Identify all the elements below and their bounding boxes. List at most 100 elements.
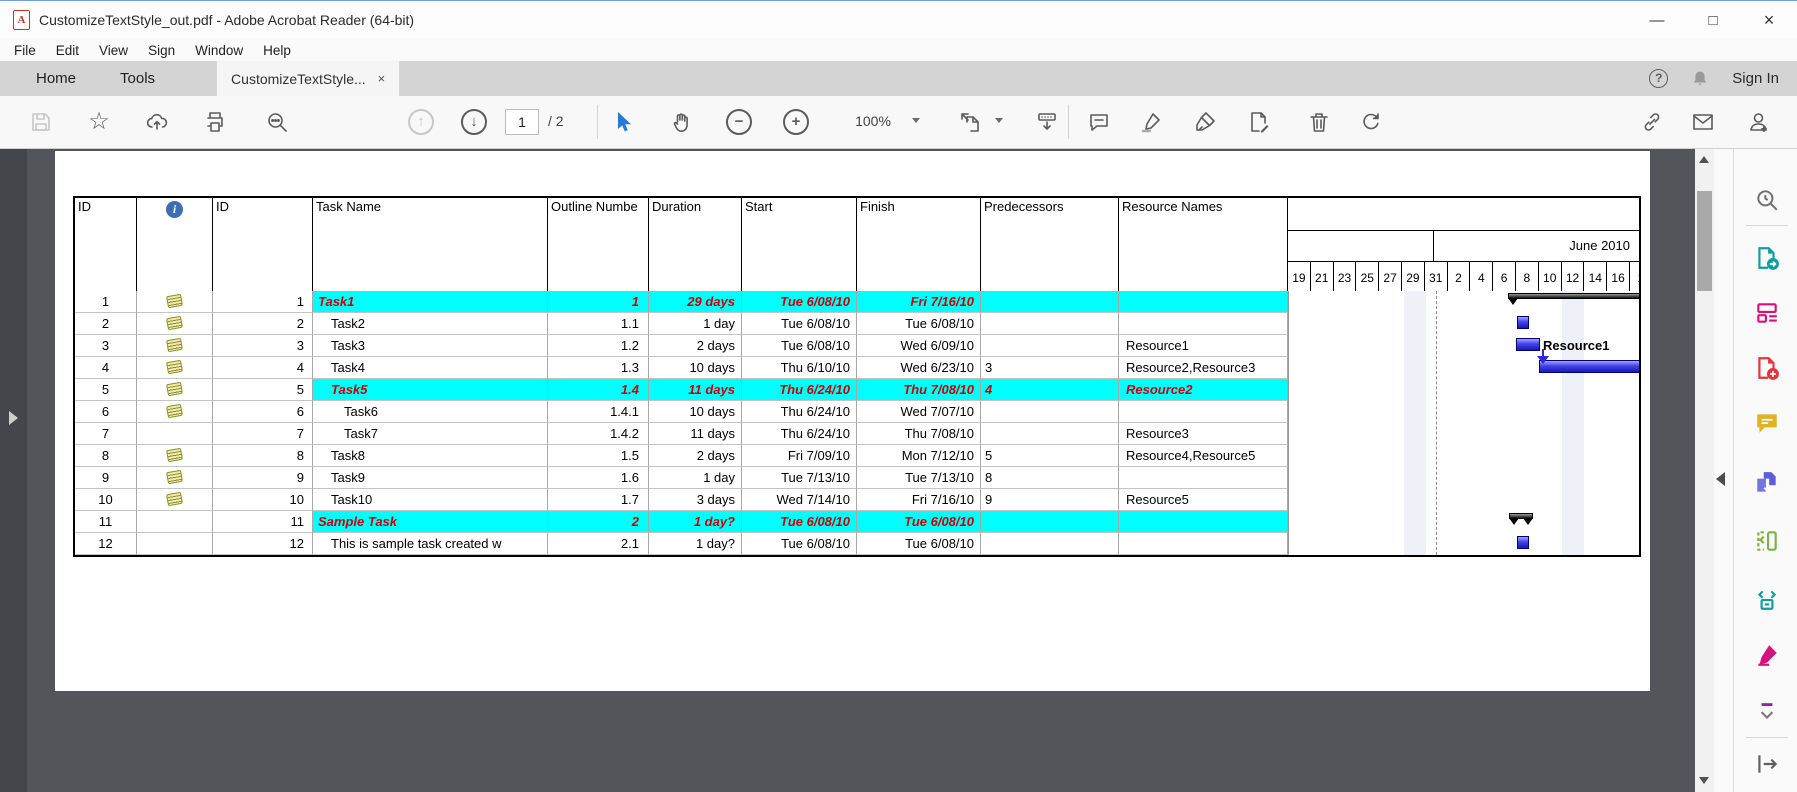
zoom-level-value[interactable]: 100% (845, 113, 901, 129)
fill-sign-tool-icon[interactable] (1752, 640, 1782, 670)
open-tools-pane-icon[interactable] (1752, 749, 1782, 779)
user-account-icon[interactable] (1744, 107, 1774, 137)
help-icon[interactable]: ? (1649, 69, 1668, 88)
cell-resources: Resource5 (1119, 489, 1288, 511)
tab-tools[interactable]: Tools (98, 70, 177, 87)
minimize-button[interactable]: — (1629, 1, 1685, 39)
cell-outline: 1.3 (548, 357, 649, 379)
scrolling-mode-icon[interactable] (1032, 107, 1062, 137)
cell-predecessors (981, 401, 1119, 423)
header-cell-resources: Resource Names (1119, 198, 1288, 291)
edit-pdf-tool-icon[interactable] (1752, 298, 1782, 328)
tab-close-icon[interactable]: × (378, 71, 386, 86)
timescale-day-cell: 27 (1379, 262, 1402, 291)
cell-note (137, 313, 213, 335)
cell-finish: Wed 7/07/10 (857, 401, 981, 423)
note-icon (166, 360, 183, 374)
title-bar: A CustomizeTextStyle_out.pdf - Adobe Acr… (0, 1, 1797, 39)
refresh-icon[interactable] (1356, 107, 1386, 137)
save-icon[interactable] (26, 107, 56, 137)
cloud-upload-icon[interactable] (142, 107, 172, 137)
scrollbar-thumb[interactable] (1697, 191, 1712, 291)
previous-page-icon[interactable]: ↑ (406, 107, 436, 137)
cell-start: Thu 6/24/10 (742, 379, 857, 401)
hand-tool-icon[interactable] (667, 107, 697, 137)
print-icon[interactable] (200, 107, 230, 137)
next-page-icon[interactable]: ↓ (459, 107, 489, 137)
export-pdf-tool-icon[interactable] (1752, 243, 1782, 273)
delete-trash-icon[interactable] (1304, 107, 1334, 137)
cell-resources (1119, 533, 1288, 555)
stamp-edit-icon[interactable] (1244, 107, 1274, 137)
note-icon (166, 448, 183, 462)
scroll-up-icon[interactable] (1699, 156, 1709, 163)
cell-predecessors: 3 (981, 357, 1119, 379)
page-fit-icon[interactable] (955, 107, 985, 137)
note-icon (166, 316, 183, 330)
cell-start: Thu 6/10/10 (742, 357, 857, 379)
pdf-page[interactable]: IDiIDTask NameOutline NumbeDurationStart… (55, 151, 1650, 691)
maximize-button[interactable]: □ (1685, 1, 1741, 39)
cell-note (137, 489, 213, 511)
comment-tool-icon[interactable] (1752, 408, 1782, 438)
organize-pages-tool-icon[interactable] (1752, 526, 1782, 556)
timescale-day-cell: 21 (1311, 262, 1334, 291)
timescale-day-cell: 23 (1334, 262, 1357, 291)
menu-sign[interactable]: Sign (138, 43, 185, 58)
highlighter-icon[interactable] (1136, 107, 1166, 137)
note-icon (166, 492, 183, 506)
select-tool-icon[interactable] (608, 107, 638, 137)
cell-id: 10 (75, 489, 137, 511)
cell-id: 7 (75, 423, 137, 445)
sign-pen-icon[interactable] (1190, 107, 1220, 137)
zoom-out-icon[interactable]: − (724, 107, 754, 137)
cell-duration: 2 days (649, 445, 742, 467)
acrobat-pdf-icon: A (13, 10, 30, 30)
create-pdf-tool-icon[interactable] (1752, 353, 1782, 383)
more-tools-icon[interactable] (1752, 695, 1782, 725)
combine-files-tool-icon[interactable] (1752, 468, 1782, 498)
email-icon[interactable] (1688, 107, 1718, 137)
menu-file[interactable]: File (4, 43, 46, 58)
compress-pdf-tool-icon[interactable] (1752, 584, 1782, 614)
cell-finish: Tue 6/08/10 (857, 511, 981, 533)
cell-predecessors (981, 335, 1119, 357)
menu-help[interactable]: Help (253, 43, 301, 58)
header-cell-predecessors: Predecessors (981, 198, 1119, 291)
sign-in-button[interactable]: Sign In (1732, 70, 1779, 87)
page-number-input[interactable] (505, 109, 539, 135)
zoom-in-icon[interactable]: + (781, 107, 811, 137)
find-tool-icon[interactable] (1752, 185, 1782, 215)
tab-document[interactable]: CustomizeTextStyle... × (217, 61, 399, 96)
search-icon[interactable] (262, 107, 292, 137)
cell-note (137, 445, 213, 467)
notifications-bell-icon[interactable] (1690, 69, 1710, 89)
page-fit-caret[interactable] (995, 118, 1003, 123)
cell-predecessors: 5 (981, 445, 1119, 467)
cell-predecessors: 4 (981, 379, 1119, 401)
menu-window[interactable]: Window (185, 43, 253, 58)
scroll-down-icon[interactable] (1699, 777, 1709, 784)
tab-home[interactable]: Home (14, 70, 98, 87)
cell-task-name: Task8 (313, 445, 548, 467)
star-favorite-icon[interactable]: ☆ (84, 107, 114, 137)
menu-edit[interactable]: Edit (46, 43, 89, 58)
menu-view[interactable]: View (89, 43, 138, 58)
note-icon (166, 404, 183, 418)
cell-note (137, 511, 213, 533)
cell-note (137, 533, 213, 555)
page-count-label: / 2 (548, 113, 564, 129)
summary-bar-cap (1509, 518, 1519, 525)
comment-icon[interactable] (1084, 107, 1114, 137)
expand-left-panel-icon[interactable] (9, 411, 18, 425)
share-link-icon[interactable] (1637, 107, 1667, 137)
gantt-task-bar (1517, 536, 1529, 549)
collapse-tools-panel-icon[interactable] (1716, 472, 1725, 486)
cell-id2: 9 (213, 467, 313, 489)
cell-task-name: Task6 (313, 401, 548, 423)
close-button[interactable]: × (1741, 1, 1797, 39)
vertical-scrollbar[interactable] (1695, 149, 1714, 792)
header-cell-id2: ID (213, 198, 313, 291)
zoom-dropdown-caret[interactable] (912, 118, 920, 123)
cell-finish: Wed 6/09/10 (857, 335, 981, 357)
